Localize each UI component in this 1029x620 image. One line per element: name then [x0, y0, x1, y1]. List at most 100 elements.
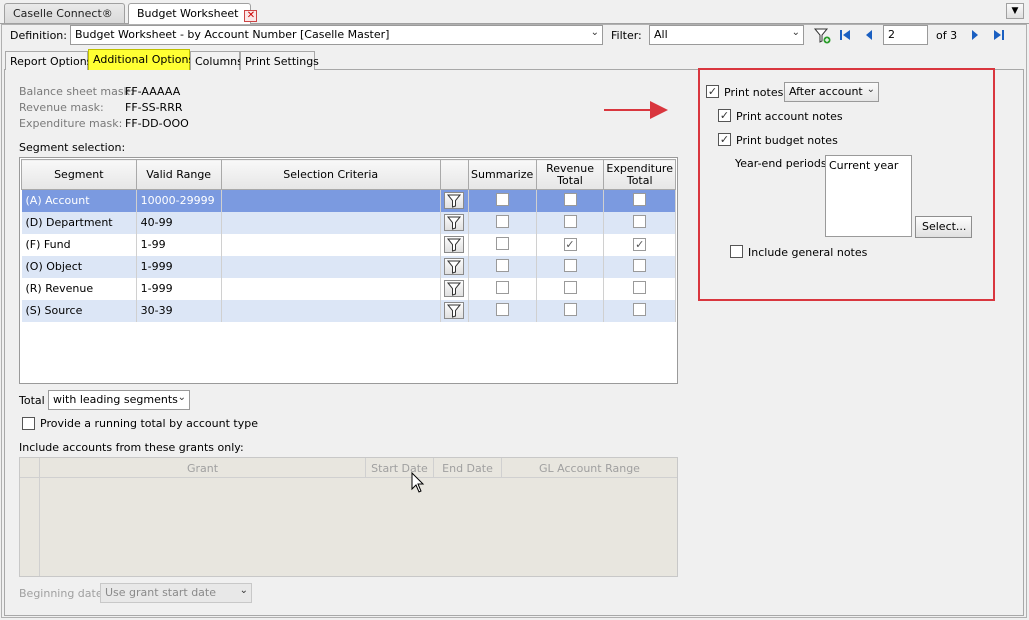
close-icon[interactable]: ✕	[244, 10, 258, 22]
chevron-down-icon: ⌄	[791, 27, 800, 38]
tab-columns[interactable]: Columns	[190, 51, 243, 70]
table-row[interactable]: (F) Fund 1-99 ✓ ✓	[21, 233, 676, 256]
revenue-checkbox[interactable]	[563, 214, 577, 228]
print-notes-position-select[interactable]: After account ⌄	[784, 82, 879, 102]
expenditure-checkbox[interactable]	[633, 258, 647, 272]
expenditure-checkbox[interactable]	[633, 280, 647, 294]
tab-list-dropdown-button[interactable]: ▼	[1006, 3, 1024, 19]
definition-value: Budget Worksheet - by Account Number [Ca…	[75, 28, 390, 41]
expenditure-cell	[603, 299, 676, 322]
tab-label: Budget Worksheet	[137, 7, 239, 20]
page-number-input[interactable]: 2	[883, 25, 928, 45]
column-header[interactable]: Valid Range	[135, 159, 222, 190]
revenue-checkbox[interactable]	[563, 192, 577, 206]
next-page-icon[interactable]	[968, 28, 982, 42]
tab-label: Print Settings	[245, 55, 319, 68]
valid-range-cell[interactable]: 30-39	[136, 299, 222, 322]
include-general-notes-checkbox[interactable]	[730, 245, 743, 258]
expenditure-checkbox[interactable]: ✓	[633, 238, 647, 251]
column-header[interactable]: Summarize	[467, 159, 537, 190]
filter-icon[interactable]	[444, 280, 465, 297]
valid-range-cell[interactable]: 10000-29999	[136, 189, 222, 212]
valid-range-cell[interactable]: 1-99	[136, 233, 222, 256]
grants-grid: Grant Start Date End Date GL Account Ran…	[19, 457, 678, 577]
print-notes-checkbox[interactable]: ✓	[706, 85, 719, 98]
running-total-label: Provide a running total by account type	[40, 417, 258, 430]
tab-budget-worksheet[interactable]: Budget Worksheet ✕	[128, 3, 258, 24]
selection-criteria-cell[interactable]	[221, 255, 441, 278]
summarize-checkbox[interactable]	[495, 280, 509, 294]
revenue-checkbox[interactable]	[563, 258, 577, 272]
valid-range-cell[interactable]: 40-99	[136, 211, 222, 234]
filter-icon[interactable]	[444, 192, 465, 210]
column-header[interactable]: Revenue Total	[535, 159, 605, 190]
prev-page-icon[interactable]	[862, 28, 876, 42]
segment-cell[interactable]: (F) Fund	[21, 233, 137, 256]
column-header[interactable]: Expenditure Total	[603, 159, 676, 190]
summarize-checkbox[interactable]	[495, 258, 509, 272]
table-row[interactable]: (A) Account 10000-29999	[21, 189, 676, 212]
mask-value: FF-AAAAA	[125, 85, 181, 98]
summarize-checkbox[interactable]	[495, 302, 509, 316]
print-account-notes-checkbox[interactable]: ✓	[718, 109, 731, 122]
expenditure-checkbox[interactable]	[633, 214, 647, 228]
mask-value: FF-DD-OOO	[125, 117, 189, 130]
segment-cell[interactable]: (D) Department	[21, 211, 137, 234]
table-row[interactable]: (O) Object 1-999	[21, 255, 676, 278]
valid-range-cell[interactable]: 1-999	[136, 255, 222, 278]
table-row[interactable]: (S) Source 30-39	[21, 299, 676, 322]
revenue-checkbox[interactable]	[563, 302, 577, 316]
tab-caselle-connect[interactable]: Caselle Connect®	[4, 3, 125, 23]
mouse-cursor-icon	[411, 471, 427, 494]
tab-additional-options[interactable]: Additional Options	[88, 49, 194, 70]
running-total-checkbox[interactable]	[22, 417, 35, 430]
print-budget-notes-checkbox[interactable]: ✓	[718, 133, 731, 146]
year-end-period-item[interactable]: Current year	[829, 159, 898, 172]
column-header[interactable]: Segment	[21, 159, 137, 190]
table-row[interactable]: (R) Revenue 1-999	[21, 277, 676, 300]
summarize-checkbox[interactable]	[495, 236, 509, 250]
table-row[interactable]: (D) Department 40-99	[21, 211, 676, 234]
segment-cell[interactable]: (S) Source	[21, 299, 137, 322]
summarize-checkbox[interactable]	[495, 214, 509, 228]
expenditure-cell	[603, 277, 676, 300]
column-header: End Date	[442, 462, 493, 475]
last-page-icon[interactable]	[992, 28, 1006, 42]
first-page-icon[interactable]	[838, 28, 852, 42]
page-number-value: 2	[888, 28, 895, 41]
expenditure-checkbox[interactable]	[633, 302, 647, 316]
filter-icon[interactable]	[444, 214, 465, 231]
total-label: Total	[19, 394, 45, 407]
valid-range-cell[interactable]: 1-999	[136, 277, 222, 300]
tab-print-settings[interactable]: Print Settings	[240, 51, 319, 70]
selection-criteria-cell[interactable]	[221, 189, 441, 212]
tab-report-options[interactable]: Report Options	[5, 51, 92, 70]
selection-criteria-cell[interactable]	[221, 211, 441, 234]
revenue-checkbox[interactable]: ✓	[563, 238, 577, 251]
selection-criteria-cell[interactable]	[221, 277, 441, 300]
filter-icon[interactable]	[444, 302, 465, 319]
segment-cell[interactable]: (R) Revenue	[21, 277, 137, 300]
selection-criteria-cell[interactable]	[221, 299, 441, 322]
filter-icon[interactable]	[444, 258, 465, 275]
summarize-checkbox[interactable]	[495, 192, 509, 206]
tab-label: Report Options	[10, 55, 93, 68]
total-select[interactable]: with leading segments ⌄	[48, 390, 190, 410]
tab-label: Caselle Connect®	[13, 7, 113, 20]
column-header[interactable]: Selection Criteria	[220, 159, 441, 190]
chevron-down-icon: ⌄	[590, 27, 599, 38]
segment-cell[interactable]: (A) Account	[21, 189, 137, 212]
definition-select[interactable]: Budget Worksheet - by Account Number [Ca…	[70, 25, 603, 45]
year-end-periods-list[interactable]: Current year	[825, 155, 912, 237]
expenditure-cell	[603, 189, 676, 212]
filter-select[interactable]: All ⌄	[649, 25, 804, 45]
expenditure-checkbox[interactable]	[633, 192, 647, 206]
select-periods-button[interactable]: Select...	[915, 216, 972, 238]
filter-icon[interactable]	[444, 236, 465, 253]
filter-add-icon[interactable]	[813, 27, 831, 45]
selection-criteria-cell[interactable]	[221, 233, 441, 256]
print-budget-notes-label: Print budget notes	[736, 134, 838, 147]
filter-cell	[440, 211, 469, 234]
segment-cell[interactable]: (O) Object	[21, 255, 137, 278]
revenue-checkbox[interactable]	[563, 280, 577, 294]
